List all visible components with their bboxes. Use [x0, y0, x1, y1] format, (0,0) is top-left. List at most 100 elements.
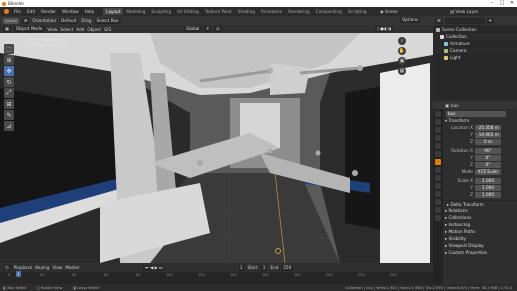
rotation-mode-dropdown[interactable]: XYZ Euler: [475, 168, 501, 175]
menu-help[interactable]: Help: [82, 9, 98, 14]
menu-file[interactable]: File: [11, 9, 24, 14]
playback-controls[interactable]: ⏮ ◀ ▶ ⏭: [142, 264, 165, 271]
outliner-row-camera[interactable]: Camera: [433, 47, 517, 54]
measure-tool-icon[interactable]: ⊿: [4, 121, 14, 131]
tab-animation[interactable]: Animation: [258, 8, 285, 15]
camera-view-icon[interactable]: ▣: [398, 57, 406, 65]
rotation-z-field[interactable]: 0°: [475, 161, 501, 168]
object-tab-icon[interactable]: [435, 159, 441, 165]
3d-viewport[interactable]: [0, 33, 433, 263]
menu-select[interactable]: Select: [60, 27, 73, 32]
select-mode-buttons[interactable]: ▭▭▭: [3, 17, 19, 24]
material-tab-icon[interactable]: [435, 207, 441, 213]
tab-compositing[interactable]: Compositing: [313, 8, 345, 15]
menu-render[interactable]: Render: [38, 9, 59, 14]
proportional-edit-icon[interactable]: ◎: [213, 26, 222, 32]
tab-texture-paint[interactable]: Texture Paint: [202, 8, 235, 15]
viewport-display-section[interactable]: ▸ Viewport Display: [443, 242, 517, 249]
outliner-row-scene-collection[interactable]: Scene Collection: [433, 26, 517, 33]
blender-menu-icon[interactable]: [4, 9, 9, 14]
tab-modeling[interactable]: Modeling: [123, 8, 148, 15]
data-tab-icon[interactable]: [435, 199, 441, 205]
transform-section-header[interactable]: ▾ Transform: [443, 117, 517, 124]
relations-section[interactable]: ▸ Relations: [443, 207, 517, 214]
move-tool-icon[interactable]: ✥: [4, 66, 14, 76]
scale-tool-icon[interactable]: ⤢: [4, 88, 14, 98]
transform-icon[interactable]: ⊕: [21, 17, 30, 24]
motion-paths-section[interactable]: ▸ Motion Paths: [443, 228, 517, 235]
scene-selector[interactable]: ◉ Scene: [380, 8, 398, 15]
constraints-tab-icon[interactable]: [435, 191, 441, 197]
close-button[interactable]: ✕: [507, 0, 517, 7]
transform-tool-icon[interactable]: ⊞: [4, 99, 14, 109]
maximize-button[interactable]: □: [497, 0, 507, 7]
end-frame-field[interactable]: 250: [281, 264, 294, 271]
filter-icon[interactable]: ⏷: [486, 17, 495, 24]
view-layer-tab-icon[interactable]: [435, 135, 441, 141]
select-box-tool-icon[interactable]: ⬚: [4, 44, 14, 54]
outliner[interactable]: Scene Collection Collection Armature Cam…: [433, 25, 517, 101]
snap-icon[interactable]: ⌾: [204, 26, 211, 32]
tool-tab-icon[interactable]: [435, 111, 441, 117]
options-dropdown[interactable]: Options: [400, 17, 421, 23]
collections-section[interactable]: ▸ Collections: [443, 214, 517, 221]
playhead[interactable]: 1: [16, 271, 21, 277]
custom-properties-section[interactable]: ▸ Custom Properties: [443, 249, 517, 256]
timeline-editor-icon[interactable]: ◷: [3, 264, 11, 271]
modifier-tab-icon[interactable]: [435, 167, 441, 173]
menu-playback[interactable]: Playback: [14, 265, 33, 270]
menu-gis[interactable]: GIS: [104, 27, 111, 32]
start-frame-field[interactable]: 1: [260, 264, 268, 271]
view-layer-selector[interactable]: ▤ View Layer: [450, 8, 478, 15]
scale-y-field[interactable]: 1.000: [475, 184, 501, 191]
pan-icon[interactable]: ✋: [398, 47, 406, 55]
tab-uv-editing[interactable]: UV Editing: [174, 8, 202, 15]
outliner-row-collection[interactable]: Collection: [433, 33, 517, 40]
scale-z-field[interactable]: 1.000: [475, 191, 501, 198]
annotate-tool-icon[interactable]: ✎: [4, 110, 14, 120]
rotation-x-field[interactable]: 90°: [475, 147, 501, 154]
menu-view[interactable]: View: [47, 27, 57, 32]
outliner-search-input[interactable]: [444, 17, 485, 24]
transform-orientation-dropdown[interactable]: Global: [184, 26, 202, 32]
tab-rendering[interactable]: Rendering: [285, 8, 312, 15]
texture-tab-icon[interactable]: [435, 215, 441, 221]
menu-keying[interactable]: Keying: [35, 265, 49, 270]
menu-window[interactable]: Window: [59, 9, 82, 14]
outliner-row-light[interactable]: Light: [433, 54, 517, 61]
tab-sculpting[interactable]: Sculpting: [148, 8, 174, 15]
menu-add[interactable]: Add: [76, 27, 84, 32]
orientation-dropdown[interactable]: Default: [59, 17, 79, 24]
menu-edit[interactable]: Edit: [24, 9, 38, 14]
mode-dropdown[interactable]: Object Mode: [13, 26, 45, 32]
cursor-tool-icon[interactable]: ⊕: [4, 55, 14, 65]
render-tab-icon[interactable]: [435, 119, 441, 125]
scene-tab-icon[interactable]: [435, 143, 441, 149]
drag-dropdown[interactable]: Select Box: [94, 17, 121, 24]
visibility-section[interactable]: ▸ Visibility: [443, 235, 517, 242]
object-name-field[interactable]: bus: [446, 110, 506, 117]
tab-scripting[interactable]: Scripting: [345, 8, 370, 15]
timeline-area[interactable]: [0, 272, 433, 284]
location-x-field[interactable]: -25.358 m: [475, 124, 501, 131]
particles-tab-icon[interactable]: [435, 175, 441, 181]
tab-layout[interactable]: Layout: [103, 8, 124, 15]
outliner-editor-icon[interactable]: ☰: [435, 17, 443, 24]
menu-timeline-view[interactable]: View: [52, 265, 62, 270]
outliner-row-armature[interactable]: Armature: [433, 40, 517, 47]
tab-shading[interactable]: Shading: [235, 8, 258, 15]
ortho-toggle-icon[interactable]: ▦: [398, 67, 406, 75]
menu-marker[interactable]: Marker: [65, 265, 79, 270]
rotate-tool-icon[interactable]: ↻: [4, 77, 14, 87]
current-frame-field[interactable]: 1: [237, 264, 245, 271]
menu-object[interactable]: Object: [87, 27, 101, 32]
instancing-section[interactable]: ▸ Instancing: [443, 221, 517, 228]
rotation-y-field[interactable]: 0°: [475, 154, 501, 161]
location-y-field[interactable]: -14.965 m: [475, 131, 501, 138]
location-z-field[interactable]: 0 m: [475, 138, 501, 145]
delta-transform-section[interactable]: ▸ Delta Transform: [443, 200, 517, 207]
physics-tab-icon[interactable]: [435, 183, 441, 189]
output-tab-icon[interactable]: [435, 127, 441, 133]
editor-type-icon[interactable]: ▦: [3, 26, 11, 32]
world-tab-icon[interactable]: [435, 151, 441, 157]
